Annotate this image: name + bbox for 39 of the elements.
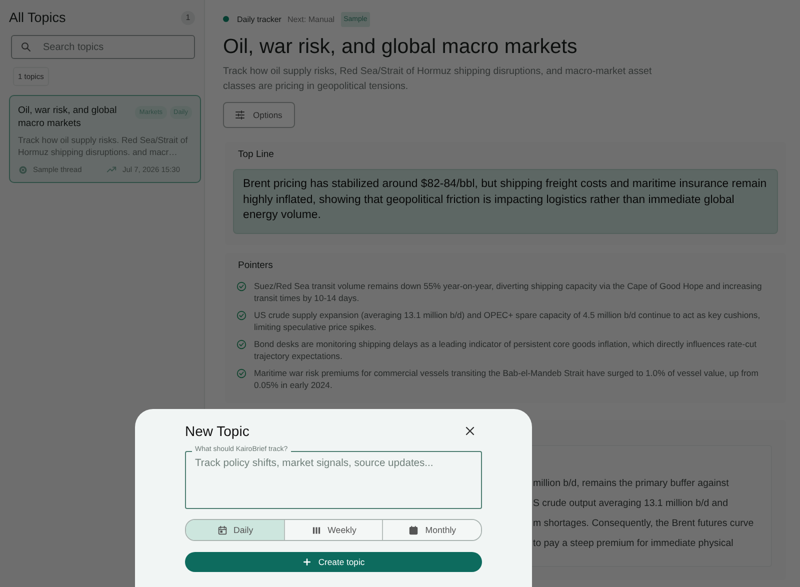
search-field[interactable]: Search topics [11, 35, 195, 59]
check-circle-icon [236, 280, 247, 292]
thread-icon [18, 164, 28, 174]
plus-icon [302, 557, 312, 567]
summary-text-line: to pay a steep premium for immediate physical [533, 536, 734, 550]
section-heading: Top Line [238, 149, 275, 160]
sidebar-title: All Topics [9, 10, 66, 25]
check-circle-icon [236, 368, 247, 378]
page-description: Track how oil supply risks, Red Sea/Strait of Hormuz shipping disruptions, and macro-market asset classes are pricing in geopolitical tensions. [223, 65, 653, 94]
calendar-icon [408, 524, 420, 536]
check-circle-icon [236, 338, 247, 350]
status-dot [223, 16, 229, 22]
search-icon [20, 41, 32, 53]
pointer-text: Suez/Red Sea transit volume remains down 55% year-on-year, diverting shipping capacity via the Cape of Good Hope and increasing transit times by 10-14 days. [254, 280, 763, 304]
calendar-icon [216, 524, 228, 536]
pointer-text: Maritime war risk premiums for commercial vessels transiting the Bab-el-Mandeb Strait have surged to 1.0% of vessel value, up from 0.05% in early 2024. [254, 366, 760, 392]
section-heading: Pointers [238, 260, 274, 270]
trend-icon [106, 164, 118, 175]
frequency-option[interactable]: Monthly [382, 520, 481, 540]
top-line-summary: Brent pricing has stabilized around $82-84/bbl, but shipping freight costs and maritime insurance remain highly inflated, showing that geopolitical friction is impacting logistics rather than immediate global energy volume. [233, 169, 778, 234]
topic-title: Oil, war risk, and global macro markets [18, 104, 118, 130]
summary-text-line: S crude output averaging 13.1 million b/d and [533, 496, 729, 510]
create-topic-button[interactable]: Create topic [185, 552, 482, 572]
topic-count-badge: 1 [181, 10, 195, 24]
close-icon [463, 424, 477, 438]
tracker-label: Daily tracker [237, 14, 282, 24]
close-button[interactable] [463, 424, 477, 438]
pointer-text: Bond desks are monitoring shipping delays as a leading indicator of persistent core goods inflation, which directly influences rate-cut trajectory expectations. [254, 338, 758, 362]
topic-input-field[interactable]: Track policy shifts, market signals, source updates... [185, 451, 482, 509]
summary-text-line: m shortages. Consequently, the Brent futures curve [533, 516, 755, 530]
next-run-label: Next: Manual [287, 14, 335, 24]
frequency-option[interactable]: Daily [186, 520, 284, 540]
dialog-title: New Topic [185, 423, 250, 439]
summary-text-line: million b/d, remains the primary buffer against [533, 476, 730, 490]
pointer-text: US crude supply expansion (averaging 13.1 million b/d) and OPEC+ spare capacity of 4.5 million b/d continue to act as key cushions, limiting speculative price spikes. [254, 308, 762, 334]
bars-icon [310, 524, 322, 536]
check-circle-icon [236, 310, 247, 320]
sliders-icon [234, 109, 246, 121]
page-title: Oil, war risk, and global macro markets [223, 35, 578, 59]
